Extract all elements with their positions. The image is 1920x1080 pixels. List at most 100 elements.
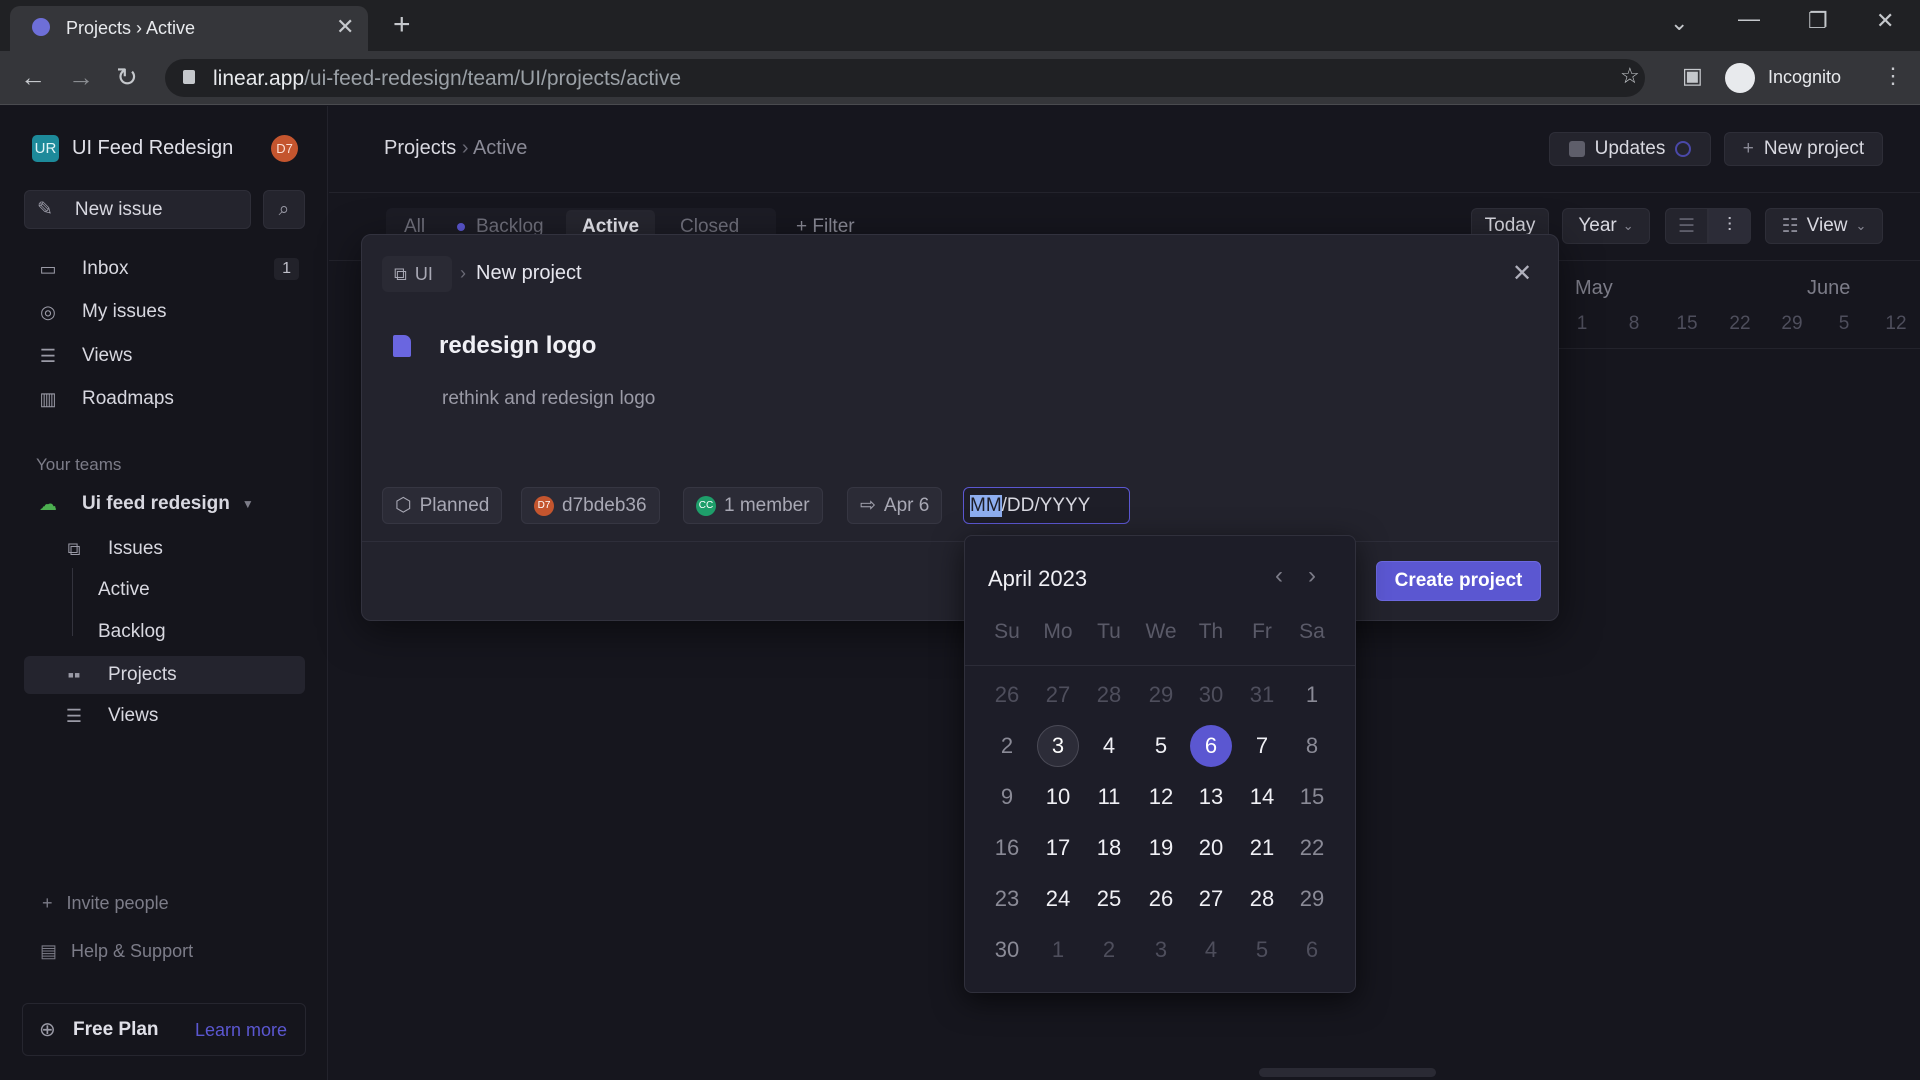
calendar-day[interactable]: 3 — [1140, 929, 1182, 971]
calendar-day[interactable]: 31 — [1241, 674, 1283, 716]
crumb-projects[interactable]: Projects — [384, 137, 456, 159]
calendar-start-icon: ⇨ — [860, 495, 876, 516]
close-window-icon[interactable]: ✕ — [1876, 8, 1894, 34]
user-avatar[interactable]: D7 — [271, 135, 298, 162]
calendar-day[interactable]: 29 — [1140, 674, 1182, 716]
profile-label[interactable]: Incognito — [1768, 67, 1841, 88]
calendar-day[interactable]: 15 — [1291, 776, 1333, 818]
horizontal-scrollbar[interactable] — [1259, 1068, 1436, 1077]
next-month-icon[interactable]: › — [1308, 562, 1316, 590]
calendar-day[interactable]: 4 — [1190, 929, 1232, 971]
calendar-day[interactable]: 11 — [1088, 776, 1130, 818]
search-icon: ⌕ — [278, 198, 290, 220]
start-date-chip[interactable]: ⇨ Apr 6 — [847, 487, 943, 524]
bookmark-star-icon[interactable]: ☆ — [1620, 63, 1640, 89]
sidebar-item-views[interactable]: ☰ Views — [24, 337, 305, 375]
help-support-link[interactable]: ▤ Help & Support — [40, 941, 193, 962]
target-date-input[interactable]: MM/DD/YYYY — [963, 487, 1130, 524]
calendar-day[interactable]: 14 — [1241, 776, 1283, 818]
back-icon[interactable]: ← — [20, 62, 46, 93]
view-dropdown[interactable]: ☷ View ⌄ — [1765, 208, 1883, 244]
calendar-day[interactable]: 26 — [1140, 878, 1182, 920]
selected-day[interactable]: 6 — [1190, 725, 1232, 767]
calendar-day[interactable]: 13 — [1190, 776, 1232, 818]
target-icon: ◎ — [40, 301, 56, 322]
new-tab-icon[interactable]: + — [393, 8, 411, 42]
minimize-icon[interactable]: — — [1738, 6, 1760, 32]
timeline-view-toggle[interactable]: ⫶ — [1708, 208, 1751, 244]
tab-search-icon[interactable]: ⌄ — [1670, 10, 1688, 36]
calendar-day[interactable]: 30 — [1190, 674, 1232, 716]
calendar-day[interactable]: 2 — [986, 725, 1028, 767]
list-view-toggle[interactable]: ☰ — [1665, 208, 1708, 244]
help-label: Help & Support — [71, 941, 194, 961]
calendar-day[interactable]: 22 — [1291, 827, 1333, 869]
members-chip[interactable]: CC 1 member — [683, 487, 823, 524]
calendar-day[interactable]: 21 — [1241, 827, 1283, 869]
more-menu-icon[interactable]: ⋮ — [1882, 63, 1904, 89]
workspace-avatar[interactable]: UR — [32, 135, 59, 162]
invite-people-link[interactable]: + Invite people — [42, 893, 169, 914]
calendar-day[interactable]: 2 — [1088, 929, 1130, 971]
calendar-day[interactable]: 23 — [986, 878, 1028, 920]
calendar-day[interactable]: 24 — [1037, 878, 1079, 920]
project-description-input[interactable]: rethink and redesign logo — [442, 388, 655, 410]
calendar-day[interactable]: 27 — [1037, 674, 1079, 716]
lead-chip[interactable]: D7 d7bdeb36 — [521, 487, 660, 524]
calendar-day[interactable]: 27 — [1190, 878, 1232, 920]
project-name-input[interactable]: redesign logo — [439, 332, 596, 360]
sidebar-item-inbox[interactable]: ▭ Inbox 1 — [24, 250, 305, 288]
calendar-day[interactable]: 1 — [1037, 929, 1079, 971]
new-issue-button[interactable]: ✎ New issue — [24, 190, 251, 229]
team-ui-feed-redesign[interactable]: ☁ Ui feed redesign ▼ — [24, 485, 305, 523]
sidebar-item-backlog[interactable]: Backlog — [56, 613, 305, 651]
calendar-day[interactable]: 20 — [1190, 827, 1232, 869]
close-icon[interactable]: ✕ — [1512, 259, 1532, 288]
workspace-name[interactable]: UI Feed Redesign — [72, 137, 233, 160]
sidebar-item-my-issues[interactable]: ◎ My issues — [24, 293, 305, 331]
prev-month-icon[interactable]: ‹ — [1275, 562, 1283, 590]
forward-icon[interactable]: → — [68, 62, 94, 93]
calendar-day[interactable]: 8 — [1291, 725, 1333, 767]
calendar-day[interactable]: 10 — [1037, 776, 1079, 818]
calendar-day[interactable]: 29 — [1291, 878, 1333, 920]
calendar-day[interactable]: 28 — [1088, 674, 1130, 716]
calendar-day[interactable]: 6 — [1291, 929, 1333, 971]
calendar-day[interactable]: 28 — [1241, 878, 1283, 920]
sidebar-item-team-views[interactable]: ☰ Views — [56, 697, 305, 735]
calendar-day[interactable]: 5 — [1241, 929, 1283, 971]
learn-more-link[interactable]: Learn more — [195, 1020, 287, 1041]
url-field[interactable]: linear.app/ui-feed-redesign/team/UI/proj… — [165, 59, 1645, 97]
calendar-day[interactable]: 4 — [1088, 725, 1130, 767]
team-chip[interactable]: ⧉ UI — [382, 256, 452, 292]
new-project-button[interactable]: + New project — [1724, 132, 1883, 166]
calendar-day[interactable]: 9 — [986, 776, 1028, 818]
updates-button[interactable]: Updates — [1549, 132, 1711, 166]
calendar-day[interactable]: 30 — [986, 929, 1028, 971]
year-dropdown[interactable]: Year ⌄ — [1562, 208, 1650, 244]
restore-icon[interactable]: ❐ — [1808, 8, 1828, 34]
calendar-day[interactable]: 12 — [1140, 776, 1182, 818]
side-panel-icon[interactable]: ▣ — [1682, 63, 1703, 89]
status-chip[interactable]: ⬡ Planned — [382, 487, 503, 524]
calendar-day[interactable]: 25 — [1088, 878, 1130, 920]
calendar-day[interactable]: 5 — [1140, 725, 1182, 767]
calendar-day[interactable]: 19 — [1140, 827, 1182, 869]
sidebar-item-roadmaps[interactable]: ▥ Roadmaps — [24, 380, 305, 418]
sidebar-item-active[interactable]: Active — [56, 571, 305, 609]
reload-icon[interactable]: ↻ — [116, 62, 138, 93]
sidebar-item-issues[interactable]: ⧉ Issues — [56, 530, 305, 568]
sidebar-item-projects[interactable]: ▪▪ Projects — [24, 656, 305, 694]
calendar-day[interactable]: 18 — [1088, 827, 1130, 869]
project-doc-icon[interactable] — [393, 335, 411, 357]
browser-tab[interactable]: Projects › Active ✕ — [10, 6, 368, 51]
calendar-day[interactable]: 17 — [1037, 827, 1079, 869]
calendar-day[interactable]: 1 — [1291, 674, 1333, 716]
create-project-button[interactable]: Create project — [1376, 561, 1541, 601]
calendar-day[interactable]: 26 — [986, 674, 1028, 716]
close-tab-icon[interactable]: ✕ — [336, 14, 354, 40]
search-button[interactable]: ⌕ — [263, 190, 305, 229]
calendar-day[interactable]: 7 — [1241, 725, 1283, 767]
calendar-day[interactable]: 16 — [986, 827, 1028, 869]
today-day[interactable]: 3 — [1037, 725, 1079, 767]
